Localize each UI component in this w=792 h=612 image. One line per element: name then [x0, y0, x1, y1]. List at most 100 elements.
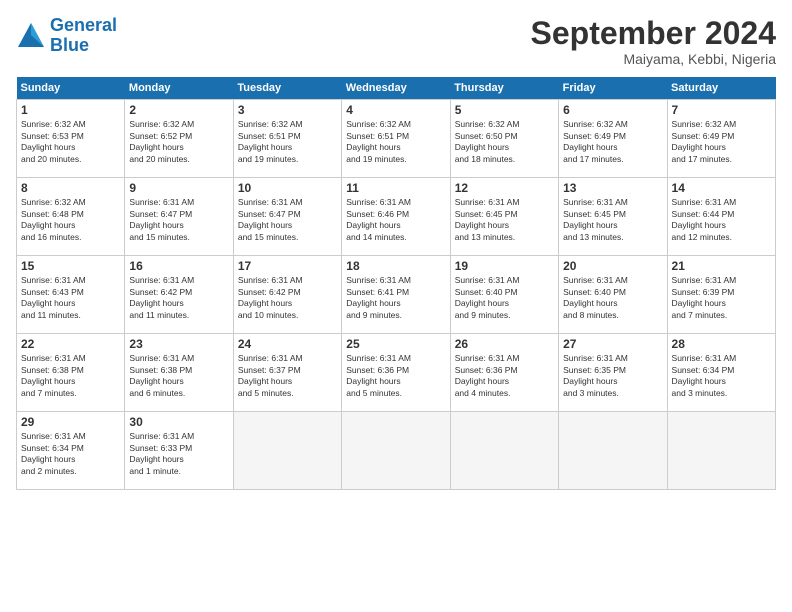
day-number: 14: [672, 181, 771, 195]
day-number: 7: [672, 103, 771, 117]
day-cell: 3 Sunrise: 6:32 AM Sunset: 6:51 PM Dayli…: [233, 100, 341, 178]
day-info: Sunrise: 6:31 AM Sunset: 6:38 PM Dayligh…: [21, 353, 120, 399]
day-number: 6: [563, 103, 662, 117]
day-cell: [667, 412, 775, 490]
day-number: 3: [238, 103, 337, 117]
day-cell: 25 Sunrise: 6:31 AM Sunset: 6:36 PM Dayl…: [342, 334, 450, 412]
day-number: 30: [129, 415, 228, 429]
logo-icon: [16, 21, 46, 51]
day-info: Sunrise: 6:31 AM Sunset: 6:36 PM Dayligh…: [455, 353, 554, 399]
day-cell: 17 Sunrise: 6:31 AM Sunset: 6:42 PM Dayl…: [233, 256, 341, 334]
day-number: 15: [21, 259, 120, 273]
day-cell: 23 Sunrise: 6:31 AM Sunset: 6:38 PM Dayl…: [125, 334, 233, 412]
location-subtitle: Maiyama, Kebbi, Nigeria: [531, 51, 776, 67]
day-number: 27: [563, 337, 662, 351]
week-row-1: 1 Sunrise: 6:32 AM Sunset: 6:53 PM Dayli…: [17, 100, 776, 178]
col-friday: Friday: [559, 77, 667, 100]
day-number: 29: [21, 415, 120, 429]
col-thursday: Thursday: [450, 77, 558, 100]
day-number: 26: [455, 337, 554, 351]
day-info: Sunrise: 6:32 AM Sunset: 6:53 PM Dayligh…: [21, 119, 120, 165]
day-info: Sunrise: 6:31 AM Sunset: 6:41 PM Dayligh…: [346, 275, 445, 321]
day-number: 28: [672, 337, 771, 351]
week-row-2: 8 Sunrise: 6:32 AM Sunset: 6:48 PM Dayli…: [17, 178, 776, 256]
day-cell: 16 Sunrise: 6:31 AM Sunset: 6:42 PM Dayl…: [125, 256, 233, 334]
calendar-table: Sunday Monday Tuesday Wednesday Thursday…: [16, 77, 776, 490]
day-info: Sunrise: 6:32 AM Sunset: 6:51 PM Dayligh…: [346, 119, 445, 165]
day-info: Sunrise: 6:32 AM Sunset: 6:50 PM Dayligh…: [455, 119, 554, 165]
header: General Blue September 2024 Maiyama, Keb…: [16, 16, 776, 67]
day-number: 4: [346, 103, 445, 117]
day-info: Sunrise: 6:31 AM Sunset: 6:44 PM Dayligh…: [672, 197, 771, 243]
day-cell: [342, 412, 450, 490]
header-row: Sunday Monday Tuesday Wednesday Thursday…: [17, 77, 776, 100]
day-cell: 9 Sunrise: 6:31 AM Sunset: 6:47 PM Dayli…: [125, 178, 233, 256]
day-info: Sunrise: 6:31 AM Sunset: 6:40 PM Dayligh…: [563, 275, 662, 321]
logo-general: General: [50, 15, 117, 35]
day-info: Sunrise: 6:32 AM Sunset: 6:51 PM Dayligh…: [238, 119, 337, 165]
day-number: 23: [129, 337, 228, 351]
day-cell: [233, 412, 341, 490]
logo-blue: Blue: [50, 35, 89, 55]
day-info: Sunrise: 6:32 AM Sunset: 6:49 PM Dayligh…: [563, 119, 662, 165]
week-row-4: 22 Sunrise: 6:31 AM Sunset: 6:38 PM Dayl…: [17, 334, 776, 412]
day-cell: 26 Sunrise: 6:31 AM Sunset: 6:36 PM Dayl…: [450, 334, 558, 412]
day-cell: 7 Sunrise: 6:32 AM Sunset: 6:49 PM Dayli…: [667, 100, 775, 178]
day-cell: [450, 412, 558, 490]
day-number: 13: [563, 181, 662, 195]
day-cell: 21 Sunrise: 6:31 AM Sunset: 6:39 PM Dayl…: [667, 256, 775, 334]
day-cell: 29 Sunrise: 6:31 AM Sunset: 6:34 PM Dayl…: [17, 412, 125, 490]
day-cell: 20 Sunrise: 6:31 AM Sunset: 6:40 PM Dayl…: [559, 256, 667, 334]
day-info: Sunrise: 6:31 AM Sunset: 6:34 PM Dayligh…: [672, 353, 771, 399]
day-info: Sunrise: 6:31 AM Sunset: 6:38 PM Dayligh…: [129, 353, 228, 399]
col-sunday: Sunday: [17, 77, 125, 100]
day-cell: 19 Sunrise: 6:31 AM Sunset: 6:40 PM Dayl…: [450, 256, 558, 334]
day-info: Sunrise: 6:31 AM Sunset: 6:45 PM Dayligh…: [563, 197, 662, 243]
logo-text: General Blue: [50, 16, 117, 56]
day-info: Sunrise: 6:31 AM Sunset: 6:35 PM Dayligh…: [563, 353, 662, 399]
day-number: 21: [672, 259, 771, 273]
day-number: 12: [455, 181, 554, 195]
day-info: Sunrise: 6:32 AM Sunset: 6:52 PM Dayligh…: [129, 119, 228, 165]
day-number: 2: [129, 103, 228, 117]
day-number: 19: [455, 259, 554, 273]
day-info: Sunrise: 6:31 AM Sunset: 6:40 PM Dayligh…: [455, 275, 554, 321]
day-number: 17: [238, 259, 337, 273]
day-cell: 13 Sunrise: 6:31 AM Sunset: 6:45 PM Dayl…: [559, 178, 667, 256]
day-cell: 30 Sunrise: 6:31 AM Sunset: 6:33 PM Dayl…: [125, 412, 233, 490]
day-cell: 22 Sunrise: 6:31 AM Sunset: 6:38 PM Dayl…: [17, 334, 125, 412]
col-monday: Monday: [125, 77, 233, 100]
day-cell: 14 Sunrise: 6:31 AM Sunset: 6:44 PM Dayl…: [667, 178, 775, 256]
col-wednesday: Wednesday: [342, 77, 450, 100]
day-cell: 4 Sunrise: 6:32 AM Sunset: 6:51 PM Dayli…: [342, 100, 450, 178]
day-number: 11: [346, 181, 445, 195]
day-number: 20: [563, 259, 662, 273]
day-number: 1: [21, 103, 120, 117]
day-cell: 12 Sunrise: 6:31 AM Sunset: 6:45 PM Dayl…: [450, 178, 558, 256]
day-info: Sunrise: 6:31 AM Sunset: 6:46 PM Dayligh…: [346, 197, 445, 243]
day-cell: [559, 412, 667, 490]
day-number: 16: [129, 259, 228, 273]
day-info: Sunrise: 6:31 AM Sunset: 6:33 PM Dayligh…: [129, 431, 228, 477]
day-number: 10: [238, 181, 337, 195]
day-cell: 6 Sunrise: 6:32 AM Sunset: 6:49 PM Dayli…: [559, 100, 667, 178]
day-info: Sunrise: 6:31 AM Sunset: 6:45 PM Dayligh…: [455, 197, 554, 243]
day-number: 25: [346, 337, 445, 351]
day-info: Sunrise: 6:32 AM Sunset: 6:49 PM Dayligh…: [672, 119, 771, 165]
day-number: 22: [21, 337, 120, 351]
day-info: Sunrise: 6:31 AM Sunset: 6:34 PM Dayligh…: [21, 431, 120, 477]
day-info: Sunrise: 6:31 AM Sunset: 6:47 PM Dayligh…: [238, 197, 337, 243]
week-row-3: 15 Sunrise: 6:31 AM Sunset: 6:43 PM Dayl…: [17, 256, 776, 334]
month-title: September 2024: [531, 16, 776, 51]
day-number: 24: [238, 337, 337, 351]
day-cell: 28 Sunrise: 6:31 AM Sunset: 6:34 PM Dayl…: [667, 334, 775, 412]
day-number: 5: [455, 103, 554, 117]
day-info: Sunrise: 6:32 AM Sunset: 6:48 PM Dayligh…: [21, 197, 120, 243]
day-cell: 8 Sunrise: 6:32 AM Sunset: 6:48 PM Dayli…: [17, 178, 125, 256]
page: General Blue September 2024 Maiyama, Keb…: [0, 0, 792, 612]
day-cell: 11 Sunrise: 6:31 AM Sunset: 6:46 PM Dayl…: [342, 178, 450, 256]
day-cell: 27 Sunrise: 6:31 AM Sunset: 6:35 PM Dayl…: [559, 334, 667, 412]
day-cell: 5 Sunrise: 6:32 AM Sunset: 6:50 PM Dayli…: [450, 100, 558, 178]
day-number: 9: [129, 181, 228, 195]
day-info: Sunrise: 6:31 AM Sunset: 6:36 PM Dayligh…: [346, 353, 445, 399]
